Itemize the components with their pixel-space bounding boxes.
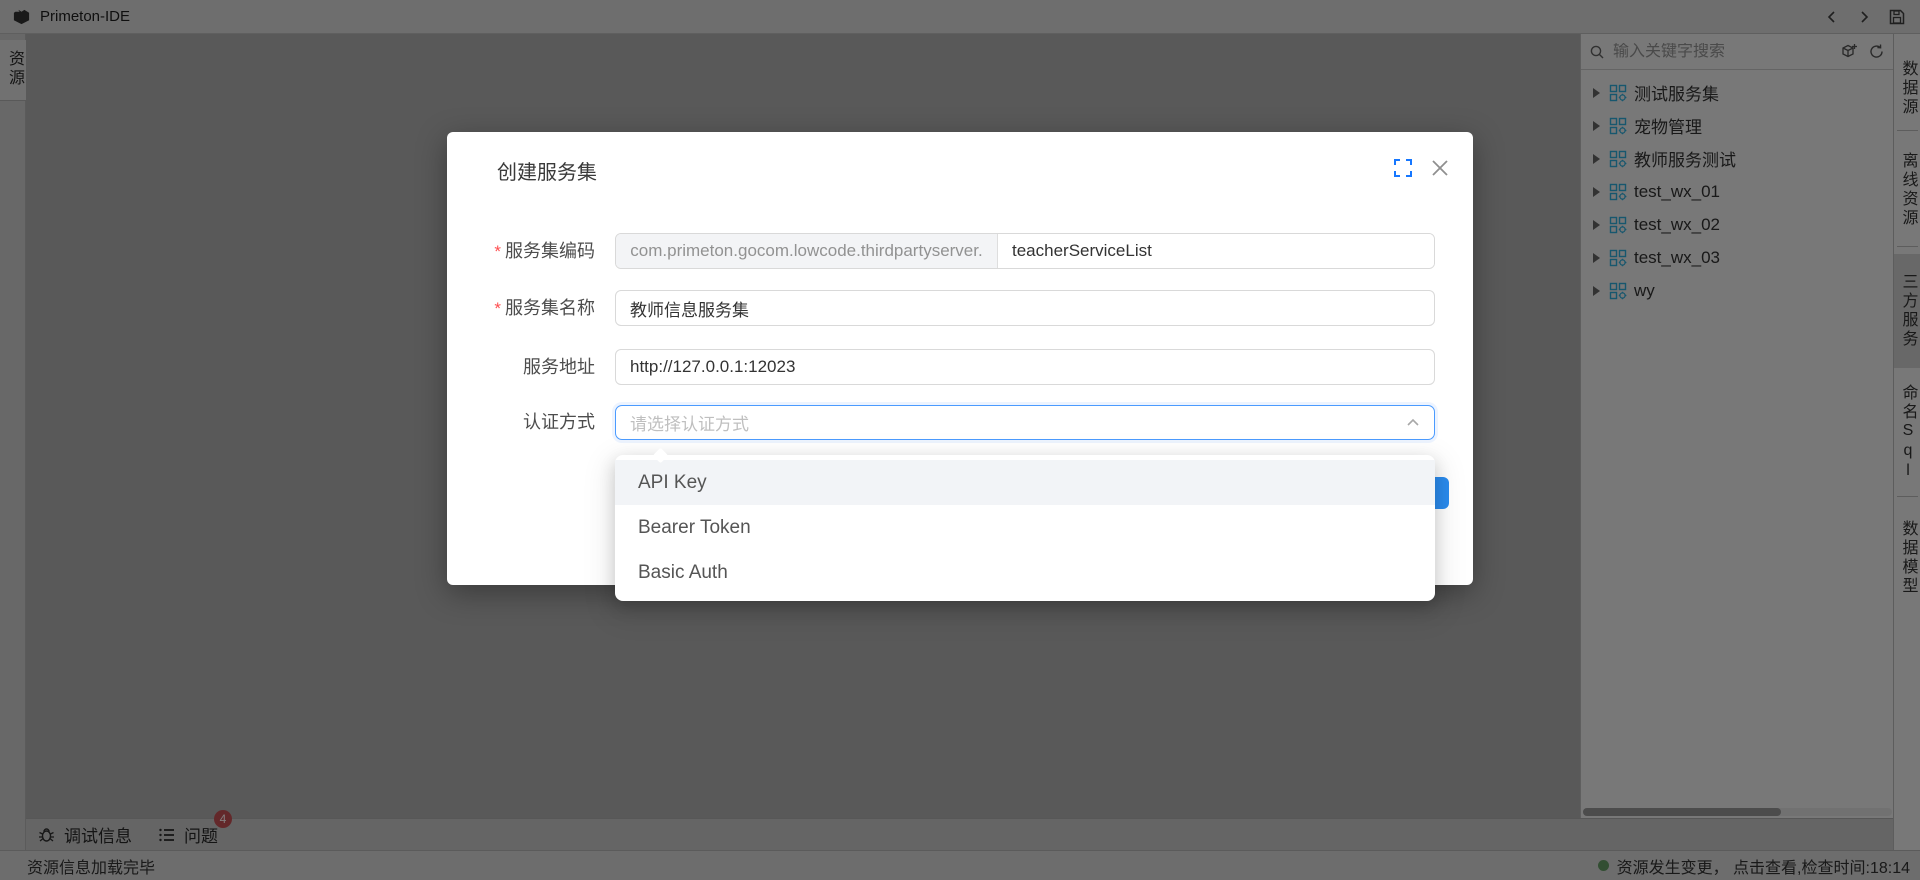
address-input[interactable] [615, 349, 1435, 385]
code-prefix-addon: com.primeton.gocom.lowcode.thirdpartyser… [616, 234, 998, 268]
close-icon[interactable] [1431, 159, 1449, 177]
required-mark: * [494, 299, 501, 318]
chevron-up-icon [1406, 416, 1420, 430]
code-input-group: com.primeton.gocom.lowcode.thirdpartyser… [615, 233, 1435, 269]
modal-title: 创建服务集 [497, 156, 597, 185]
auth-method-dropdown: API Key Bearer Token Basic Auth [615, 455, 1435, 601]
dropdown-option-api-key[interactable]: API Key [615, 460, 1435, 505]
field-label-name: *服务集名称 [447, 290, 595, 327]
auth-select-placeholder: 请选择认证方式 [630, 410, 1406, 435]
field-label-auth: 认证方式 [447, 405, 595, 440]
field-label-code: *服务集编码 [447, 233, 595, 270]
code-input[interactable] [998, 234, 1434, 268]
dropdown-option-basic-auth[interactable]: Basic Auth [615, 550, 1435, 595]
required-mark: * [494, 242, 501, 261]
field-label-address: 服务地址 [447, 349, 595, 385]
dropdown-option-bearer-token[interactable]: Bearer Token [615, 505, 1435, 550]
auth-method-select[interactable]: 请选择认证方式 [615, 405, 1435, 440]
fullscreen-icon[interactable] [1393, 158, 1413, 178]
name-input[interactable] [615, 290, 1435, 326]
